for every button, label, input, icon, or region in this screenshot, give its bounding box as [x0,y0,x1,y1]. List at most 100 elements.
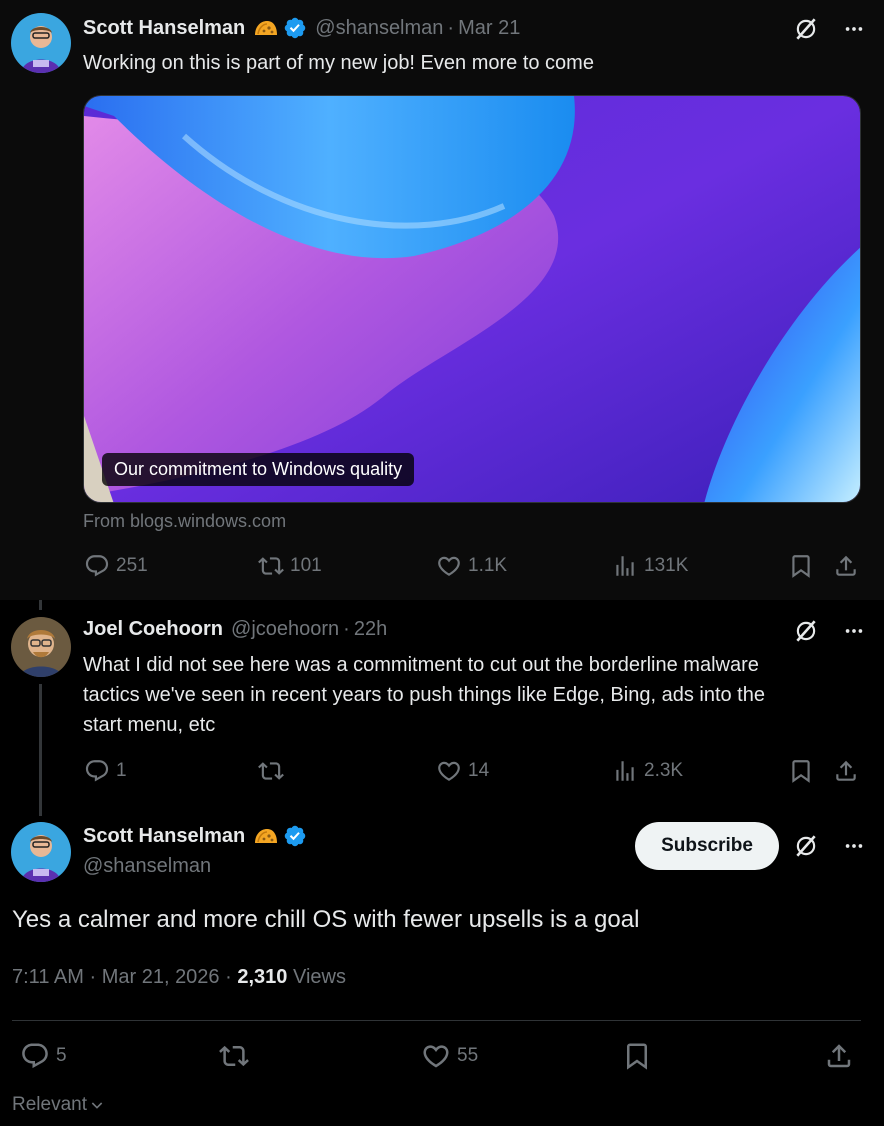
thread-line [39,684,42,816]
handle[interactable]: @shanselman [315,17,443,40]
reply-icon [84,553,110,579]
like-icon [436,553,462,579]
bookmark-icon [788,553,814,579]
repost-icon [258,553,284,579]
like-count: 55 [457,1045,479,1066]
views-label: Views [292,966,346,988]
handle[interactable]: @jcoehoorn [231,618,339,641]
separator-dot: · [343,618,350,640]
tweet-text: Working on this is part of my new job! E… [83,52,594,74]
main-actions: 5 55 [0,1041,884,1071]
display-name[interactable]: Scott Hanselman [83,17,245,40]
grok-icon[interactable] [792,15,820,43]
display-name[interactable]: Scott Hanselman [83,825,245,848]
views-button[interactable]: 131K [612,553,688,579]
repost-icon [258,758,284,784]
views-button[interactable]: 2.3K [612,758,683,784]
views-icon [612,553,638,579]
link-card[interactable]: Our commitment to Windows quality [83,95,861,503]
avatar[interactable] [11,617,71,677]
share-button[interactable] [833,758,859,784]
reply-count: 251 [116,555,148,576]
reply-button[interactable]: 251 [84,553,148,579]
reply-button[interactable]: 1 [84,758,127,784]
post-time[interactable]: 7:11 AM [12,966,84,988]
bookmark-icon [788,758,814,784]
avatar[interactable] [11,13,71,73]
repost-icon [219,1041,249,1071]
tweet-text-line: start menu, etc [83,714,216,736]
main-top-icons [792,832,868,860]
more-icon[interactable] [840,15,868,43]
like-icon [421,1041,451,1071]
more-icon[interactable] [840,617,868,645]
avatar-image [11,13,71,73]
main-tweet-text: Yes a calmer and more chill OS with fewe… [12,906,640,933]
bookmark-button[interactable] [788,553,814,579]
reply-icon [20,1041,50,1071]
tweet-1-top-icons [792,15,868,43]
tweet-1-header: Scott Hanselman @shanselman · Mar 21 [83,16,520,40]
display-name[interactable]: Joel Coehoorn [83,618,223,641]
tweet-text-line: tactics we've seen in recent years to pu… [83,684,765,706]
reply-count: 1 [116,760,127,781]
divider [12,1020,861,1021]
avatar[interactable] [11,822,71,882]
post-date[interactable]: Mar 21 [458,17,520,40]
separator-dot: · [225,966,232,988]
views-icon [612,758,638,784]
verified-icon[interactable] [283,16,307,40]
avatar-image [11,822,71,882]
reply-icon [84,758,110,784]
chevron-down-icon [91,1102,103,1109]
post-meta: 7:11 AM · Mar 21, 2026 · 2,310 Views [12,966,346,989]
bookmark-icon [622,1041,652,1071]
avatar-image [11,617,71,677]
reply-count: 5 [56,1045,67,1066]
repost-count: 101 [290,555,322,576]
verified-icon[interactable] [283,824,307,848]
grok-icon[interactable] [792,617,820,645]
views-count: 2.3K [644,760,684,781]
tweet-text-line: What I did not see here was a commitment… [83,654,759,676]
views-count: 2,310 [237,966,288,988]
more-icon[interactable] [840,832,868,860]
taco-badge-icon [253,827,279,845]
repost-button[interactable] [258,758,290,784]
reply-button[interactable]: 5 [20,1041,67,1071]
separator-dot: · [447,16,455,39]
tweet-text: What I did not see here was a commitment… [83,650,765,740]
repost-button[interactable] [219,1041,249,1071]
like-button[interactable]: 14 [436,758,489,784]
post-date[interactable]: Mar 21, 2026 [102,966,220,988]
post-date[interactable]: 22h [354,618,387,641]
main-header: Scott Hanselman [83,824,315,848]
separator-dot: · [89,966,97,988]
tweet-2-actions: 1 14 2.3K [0,758,884,788]
bookmark-button[interactable] [622,1041,652,1071]
like-count: 14 [468,760,490,781]
handle[interactable]: @shanselman [83,855,211,878]
bookmark-button[interactable] [788,758,814,784]
subscribe-button[interactable]: Subscribe [635,822,779,870]
sort-dropdown[interactable]: Relevant [12,1094,105,1116]
sort-label: Relevant [12,1094,87,1115]
share-button[interactable] [824,1041,854,1071]
taco-badge-icon [253,19,279,37]
share-icon [833,553,859,579]
like-button[interactable]: 55 [421,1041,478,1071]
views-count: 131K [644,555,689,576]
card-source[interactable]: From blogs.windows.com [83,511,286,532]
share-button[interactable] [833,553,859,579]
like-button[interactable]: 1.1K [436,553,507,579]
card-image [84,96,860,502]
repost-button[interactable]: 101 [258,553,322,579]
like-count: 1.1K [468,555,508,576]
share-icon [824,1041,854,1071]
grok-icon[interactable] [792,832,820,860]
tweet-2-top-icons [792,617,868,645]
share-icon [833,758,859,784]
tweet-2-header: Joel Coehoorn @jcoehoorn · 22h [83,618,387,641]
tweet-1-actions: 251 101 1.1K 131K [0,553,884,583]
card-caption: Our commitment to Windows quality [102,453,415,486]
